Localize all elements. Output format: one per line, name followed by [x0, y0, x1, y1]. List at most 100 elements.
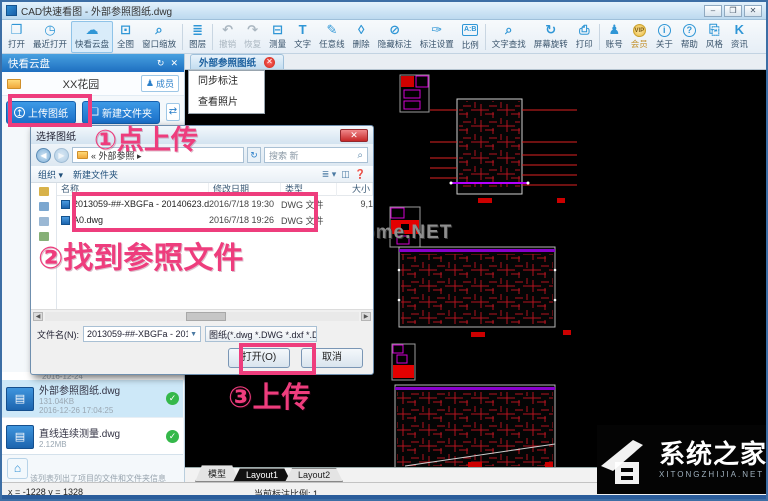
toolbar-annotation-settings-button[interactable]: ✑ 标注设置 — [416, 21, 458, 53]
refresh-icon[interactable]: ↻ — [157, 58, 165, 69]
toolbar-news-button[interactable]: K 资讯 — [727, 21, 752, 53]
document-tab[interactable]: 外部参照图纸 ✕ — [190, 54, 285, 69]
annotation-step2: ②找到参照文件 — [38, 242, 244, 275]
erase-icon: ◊ — [357, 22, 365, 37]
file-date: 2016-12-26 17:04:25 — [39, 406, 114, 415]
toolbar-style-button[interactable]: ⎘ 风格 — [702, 21, 727, 53]
print-icon: ⎙ — [579, 22, 590, 37]
toolbar-about-button[interactable]: i 关于 — [652, 21, 677, 53]
brand-name: 系统之家 — [659, 438, 768, 469]
maximize-button[interactable]: ❐ — [724, 4, 742, 17]
minimize-button[interactable]: – — [704, 4, 722, 17]
preview-pane-icon[interactable]: ◫ — [341, 169, 350, 180]
scrollbar-thumb[interactable] — [186, 311, 227, 321]
about-icon: i — [657, 23, 671, 37]
toolbar-vip-button[interactable]: VIP 会员 — [627, 21, 652, 53]
toolbar-print-button[interactable]: ⎙ 打印 — [572, 21, 597, 53]
menu-item-view-photos[interactable]: 查看照片 — [189, 92, 264, 113]
column-size[interactable]: 大小 — [337, 183, 373, 196]
toolbar-fit-view-button[interactable]: ⊡ 全图 — [113, 21, 138, 53]
toolbar-window-zoom-button[interactable]: ⌕ 窗口缩放 — [138, 21, 180, 53]
toolbar-help-button[interactable]: ? 帮助 — [677, 21, 702, 53]
tab-close-icon[interactable]: ✕ — [264, 56, 276, 68]
dialog-titlebar: 选择图纸 ✕ — [31, 126, 373, 144]
close-icon[interactable]: ✕ — [170, 58, 178, 69]
toolbar-measure-button[interactable]: ⊟ 测量 — [265, 21, 290, 53]
toolbar-rotate-screen-button[interactable]: ↻ 屏幕旋转 — [530, 21, 572, 53]
document-tab-bar: 外部参照图纸 ✕ — [185, 54, 766, 70]
brand-house-icon — [601, 439, 643, 484]
scroll-left-arrow[interactable]: ◀ — [33, 311, 43, 321]
project-name[interactable]: XX花园 — [21, 76, 141, 92]
file-name: 外部参照图纸.dwg — [39, 386, 121, 397]
organize-button[interactable]: 组织 ▾ — [38, 168, 63, 181]
toolbar-text-button[interactable]: T 文字 — [290, 21, 315, 53]
filetype-filter-select[interactable]: 图纸(*.dwg *.DWG *.dxf *.DX ▼ — [205, 326, 317, 342]
toolbar-separator — [182, 23, 184, 50]
toolbar-label: 打印 — [575, 39, 593, 49]
home-button[interactable]: ⌂ — [7, 458, 28, 479]
annotation-step3: ③上传 — [228, 382, 311, 414]
cloud-panel-title: 快看云盘 — [8, 57, 50, 70]
toolbar-label: 测量 — [269, 39, 287, 49]
toolbar-label: 资讯 — [730, 39, 748, 49]
tab-layout1[interactable]: Layout1 — [233, 468, 291, 482]
brand-watermark: 系统之家 XITONGZHIJIA.NET — [597, 425, 768, 494]
toolbar-label: 关于 — [655, 38, 673, 49]
computer-icon[interactable] — [38, 217, 49, 226]
refresh-button[interactable]: ↻ — [247, 147, 261, 163]
toolbar-erase-button[interactable]: ◊ 删除 — [349, 21, 374, 53]
scroll-right-arrow[interactable]: ▶ — [361, 311, 371, 321]
view-options-icon[interactable]: ≣ ▾ — [322, 169, 337, 180]
app-window: CAD快速看图 - 外部参照图纸.dwg – ❐ ✕ ❒ 打开 ◷ 最近打开 ☁ 快看云盘… — [0, 0, 768, 501]
dialog-address-bar: ◀ ▶ « 外部参照 ▸ ↻ 搜索 新 ⌕ — [31, 144, 373, 166]
filename-input[interactable]: 2013059-##-XBGFa - 2014062 ▼ — [83, 326, 201, 342]
toolbar-redo-button: ↷ 恢复 — [240, 21, 265, 53]
tab-model[interactable]: 模型 — [195, 465, 239, 482]
text-icon: T — [298, 22, 307, 37]
toolbar-layers-button[interactable]: ≣ 图层 — [185, 21, 210, 53]
dialog-close-button[interactable]: ✕ — [340, 128, 368, 142]
cloud-file-item[interactable]: ▤ 外部参照图纸.dwg 131.04KB 2016-12-26 17:04:2… — [2, 380, 183, 418]
toolbar-cloud-drive-button[interactable]: ☁ 快看云盘 — [71, 20, 114, 53]
folder-icon — [7, 78, 21, 89]
libraries-icon[interactable] — [38, 202, 49, 211]
members-button[interactable]: ♟ 成员 — [140, 75, 179, 92]
search-input[interactable]: 搜索 新 ⌕ — [264, 147, 368, 163]
forward-button[interactable]: ▶ — [54, 147, 69, 163]
toolbar-label: 图层 — [189, 39, 207, 49]
help-icon[interactable]: ❓ — [355, 169, 366, 180]
toolbar-label: 会员 — [630, 38, 648, 49]
recent-open-icon: ◷ — [44, 22, 56, 37]
window-zoom-icon: ⌕ — [155, 22, 163, 37]
favorites-icon[interactable] — [38, 187, 49, 196]
file-name: 直线连续测量.dwg — [39, 428, 121, 440]
toolbar-text-search-button[interactable]: ⌕ 文字查找 — [488, 21, 530, 53]
toolbar-label: 全图 — [117, 39, 135, 49]
chevron-down-icon: ▼ — [190, 330, 197, 338]
back-button[interactable]: ◀ — [36, 147, 51, 163]
toolbar-freeline-button[interactable]: ✎ 任意线 — [315, 21, 349, 53]
toolbar-separator — [212, 23, 214, 50]
horizontal-scrollbar[interactable]: ◀ ▶ — [31, 309, 373, 322]
close-button[interactable]: ✕ — [744, 4, 762, 17]
dialog-new-folder-button[interactable]: 新建文件夹 — [73, 168, 118, 181]
toolbar-recent-open-button[interactable]: ◷ 最近打开 — [29, 21, 71, 53]
toolbar-label: 打开 — [8, 39, 26, 49]
cloud-file-item[interactable]: ▤ 直线连续测量.dwg 2.12MB ✓ — [2, 418, 183, 456]
cloud-drive-icon: ☁ — [85, 22, 99, 37]
toolbar-label: 删除 — [352, 39, 370, 49]
window-title: CAD快速看图 - 外部参照图纸.dwg — [21, 7, 173, 18]
toolbar-open-button[interactable]: ❒ 打开 — [4, 21, 29, 53]
tab-layout2[interactable]: Layout2 — [285, 468, 343, 482]
highlight-box-open — [239, 343, 316, 375]
toolbar-account-button[interactable]: ♟ 账号 — [602, 21, 627, 53]
toolbar-label: 隐藏标注 — [377, 39, 412, 49]
menu-item-sync-annotations[interactable]: 同步标注 — [189, 71, 264, 92]
annotation-settings-icon: ✑ — [431, 22, 443, 37]
toolbar-scale-button[interactable]: A:B 比例 — [458, 21, 483, 53]
highlight-box-files — [72, 192, 318, 232]
tab-context-menu: 同步标注 查看照片 — [188, 70, 265, 114]
dwg-file-icon: ▤ — [6, 424, 34, 449]
toolbar-hide-annotation-button[interactable]: ⊘ 隐藏标注 — [374, 21, 416, 53]
